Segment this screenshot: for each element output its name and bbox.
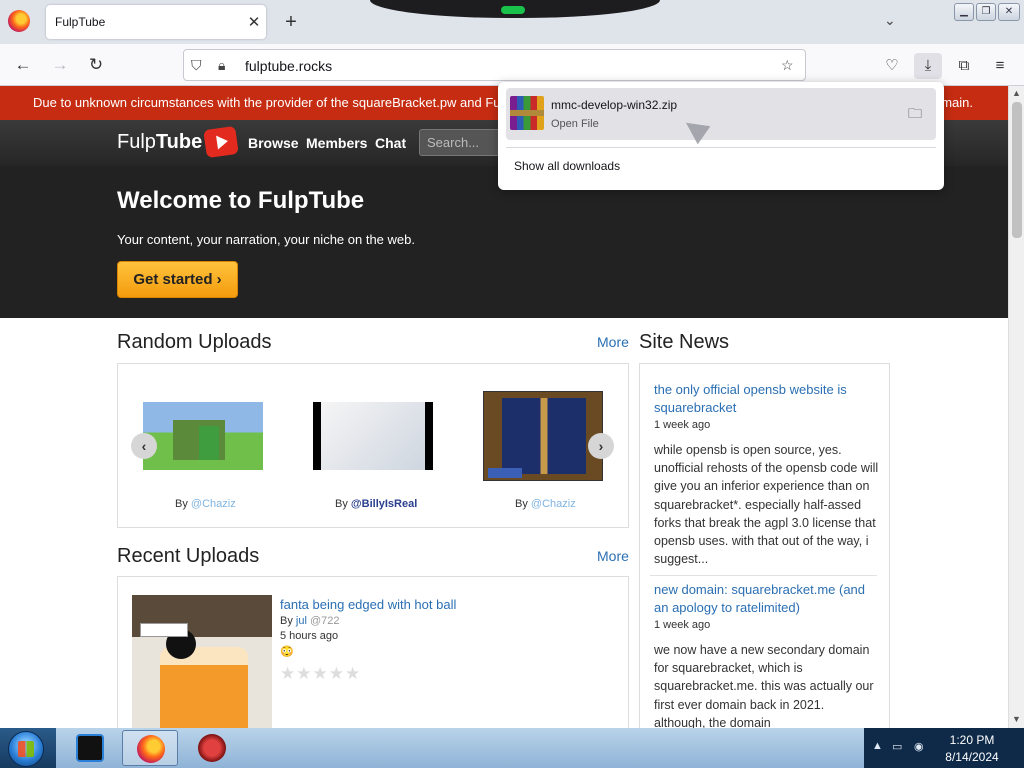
theme-decoration bbox=[370, 0, 660, 18]
news-item-date: 1 week ago bbox=[654, 419, 711, 431]
banner-text: Due to unknown circumstances with the pr… bbox=[33, 95, 501, 110]
page-scrollbar[interactable]: ▲ ▼ bbox=[1008, 86, 1024, 728]
scroll-up-arrow-icon[interactable]: ▲ bbox=[1012, 88, 1021, 98]
clock-time[interactable]: 1:20 PM bbox=[930, 733, 1014, 747]
reload-icon[interactable]: ↻ bbox=[83, 53, 109, 77]
get-started-button[interactable]: Get started › bbox=[117, 261, 238, 298]
menu-hamburger-icon[interactable]: ≡ bbox=[986, 53, 1014, 79]
hero-title: Welcome to FulpTube bbox=[117, 187, 365, 214]
start-button-icon[interactable] bbox=[8, 731, 44, 767]
site-news-title: Site News bbox=[639, 331, 730, 353]
close-window-button[interactable]: ✕ bbox=[998, 3, 1020, 21]
windows-taskbar: ▲ ▭ ◉ 1:20 PM 8/14/2024 bbox=[0, 728, 1024, 768]
video-thumbnail[interactable] bbox=[143, 402, 263, 470]
tab-bar: FulpTube ✕ + ⌄ ▁ ❐ ✕ bbox=[0, 0, 1024, 44]
hero-tagline: Your content, your narration, your niche… bbox=[117, 232, 415, 247]
play-logo-icon bbox=[203, 125, 239, 159]
video-thumbnail[interactable] bbox=[132, 595, 272, 728]
new-tab-button[interactable]: + bbox=[279, 8, 303, 36]
scroll-down-arrow-icon[interactable]: ▼ bbox=[1012, 714, 1021, 724]
fulptube-logo[interactable]: Fulp Tube bbox=[117, 125, 239, 159]
logo-text-tube: Tube bbox=[155, 130, 203, 153]
navigation-toolbar: ← → ↻ ⛉ 🔒︎ fulptube.rocks ☆ ♡ ⤓ ⧉ ≡ bbox=[0, 44, 1024, 86]
recent-video-author: By jul @722 bbox=[280, 615, 340, 627]
firefox-menu-icon[interactable] bbox=[8, 10, 30, 32]
winrar-archive-icon bbox=[510, 96, 544, 130]
news-item-title-link[interactable]: new domain: squarebracket.me (and an apo… bbox=[654, 581, 869, 617]
news-item-body: we now have a new secondary domain for s… bbox=[654, 643, 874, 728]
taskbar-app-tablet[interactable] bbox=[62, 730, 118, 766]
downloads-panel: mmc-develop-win32.zip Open File 🗀 Show a… bbox=[498, 82, 944, 190]
video-thumbnail[interactable] bbox=[313, 402, 433, 470]
tray-network-icon[interactable]: ▭ bbox=[892, 740, 902, 753]
address-bar[interactable]: ⛉ 🔒︎ fulptube.rocks ☆ bbox=[183, 49, 806, 81]
news-item-body: while opensb is open source, yes. unoffi… bbox=[654, 443, 879, 567]
taskbar-app-firefox[interactable] bbox=[122, 730, 178, 766]
recent-video-time: 5 hours ago bbox=[280, 630, 339, 642]
download-item[interactable]: mmc-develop-win32.zip Open File 🗀 bbox=[506, 88, 936, 140]
downloads-divider bbox=[506, 147, 936, 148]
url-text[interactable]: fulptube.rocks bbox=[245, 58, 332, 74]
random-uploads-more-link[interactable]: More bbox=[597, 334, 629, 350]
scrollbar-thumb[interactable] bbox=[1012, 102, 1022, 238]
downloads-icon[interactable]: ⤓ bbox=[914, 53, 942, 79]
nav-members-link[interactable]: Members bbox=[306, 135, 367, 151]
carousel-next-arrow-icon[interactable]: › bbox=[588, 433, 614, 459]
extensions-icon[interactable]: ⧉ bbox=[950, 53, 978, 79]
open-folder-icon[interactable]: 🗀 bbox=[908, 103, 928, 121]
tray-volume-icon[interactable]: ◉ bbox=[914, 740, 924, 753]
download-file-name: mmc-develop-win32.zip bbox=[551, 98, 678, 112]
recent-video-title-link[interactable]: fanta being edged with hot ball bbox=[280, 597, 456, 612]
tab-title: FulpTube bbox=[55, 15, 106, 29]
upload-credit: By @BillyIsReal bbox=[335, 498, 418, 510]
tray-expand-icon[interactable]: ▲ bbox=[872, 740, 883, 752]
random-uploads-title: Random Uploads bbox=[117, 331, 272, 353]
nav-browse-link[interactable]: Browse bbox=[248, 135, 299, 151]
logo-text-fulp: Fulp bbox=[117, 130, 156, 153]
author-link[interactable]: jul bbox=[296, 615, 307, 627]
clock-date[interactable]: 8/14/2024 bbox=[930, 750, 1014, 764]
pocket-icon[interactable]: ♡ bbox=[878, 53, 906, 79]
restore-button[interactable]: ❐ bbox=[976, 3, 996, 21]
upload-credit: By @Chaziz bbox=[515, 498, 576, 510]
nav-chat-link[interactable]: Chat bbox=[375, 135, 406, 151]
news-divider bbox=[650, 575, 877, 576]
upload-credit: By @Chaziz bbox=[175, 498, 236, 510]
back-arrow-icon[interactable]: ← bbox=[10, 53, 36, 77]
lock-icon[interactable]: 🔒︎ bbox=[218, 57, 225, 74]
news-item-date: 1 week ago bbox=[654, 619, 711, 631]
rating-stars[interactable]: ★★★★★ bbox=[280, 664, 361, 684]
banner-text-tail: main. bbox=[941, 95, 973, 110]
minimize-button[interactable]: ▁ bbox=[954, 3, 974, 21]
forward-arrow-icon[interactable]: → bbox=[47, 53, 73, 77]
site-search-input[interactable]: Search... bbox=[419, 129, 509, 156]
news-item-title-link[interactable]: the only official opensb website is squa… bbox=[654, 381, 869, 417]
bookmark-star-icon[interactable]: ☆ bbox=[781, 57, 794, 74]
tracking-shield-icon[interactable]: ⛉ bbox=[191, 57, 202, 74]
recent-video-emoji: 😳 bbox=[280, 646, 294, 658]
recent-uploads-title: Recent Uploads bbox=[117, 545, 260, 567]
tab-list-chevron-icon[interactable]: ⌄ bbox=[884, 12, 896, 29]
carousel-prev-arrow-icon[interactable]: ‹ bbox=[131, 433, 157, 459]
show-all-downloads-link[interactable]: Show all downloads bbox=[514, 159, 620, 173]
tab-fulptube[interactable]: FulpTube ✕ bbox=[46, 5, 266, 39]
recent-uploads-more-link[interactable]: More bbox=[597, 548, 629, 564]
download-status: Open File bbox=[551, 118, 599, 130]
uploader-link[interactable]: @Chaziz bbox=[531, 498, 576, 510]
tab-close-icon[interactable]: ✕ bbox=[242, 13, 266, 31]
window-controls: ▁ ❐ ✕ bbox=[954, 3, 1020, 21]
uploader-link[interactable]: @Chaziz bbox=[191, 498, 236, 510]
taskbar-app-red-circle[interactable] bbox=[184, 730, 240, 766]
uploader-link[interactable]: @BillyIsReal bbox=[351, 498, 417, 510]
video-thumbnail[interactable] bbox=[483, 391, 603, 481]
